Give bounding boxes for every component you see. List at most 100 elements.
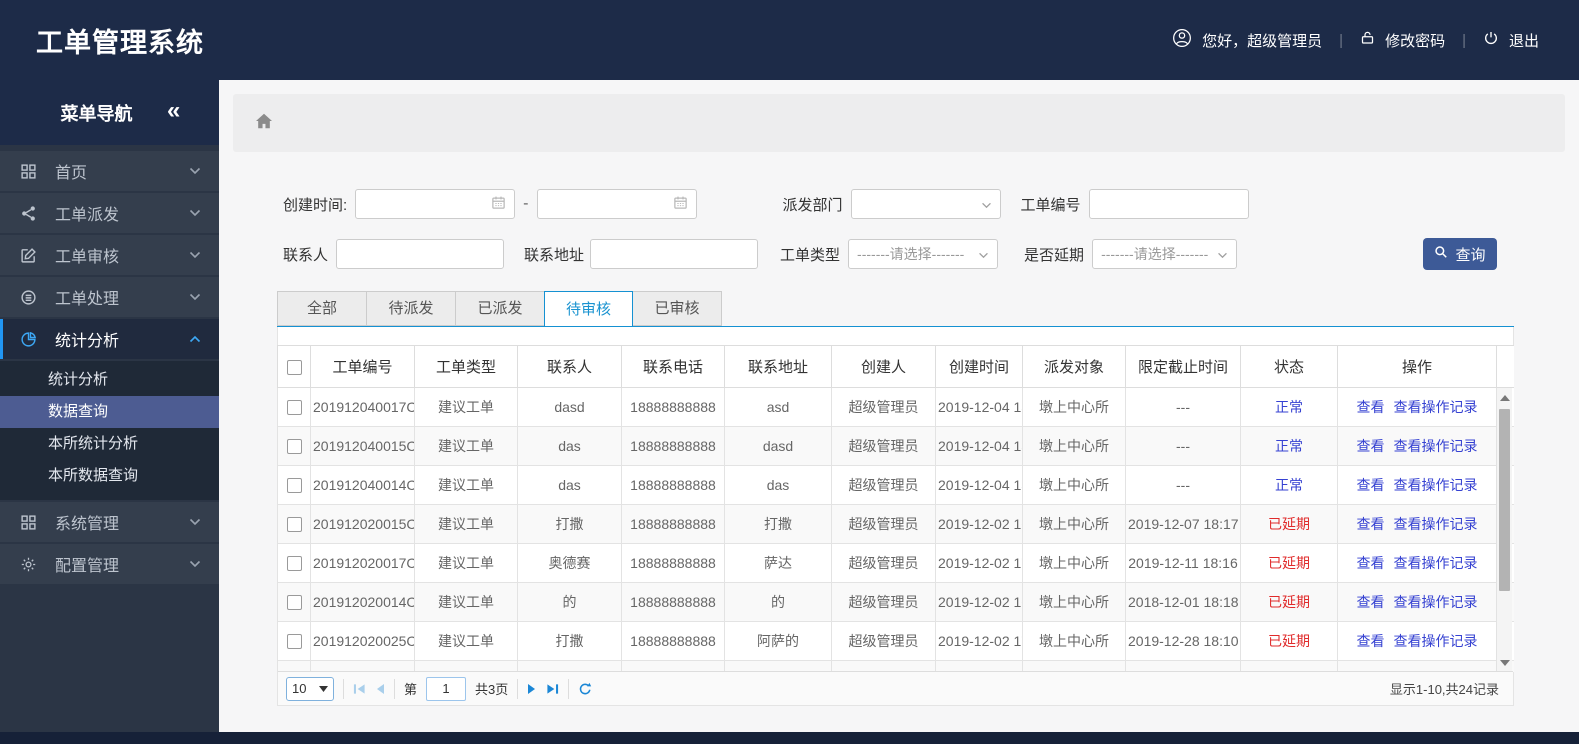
sidebar-item-review[interactable]: 工单审核	[0, 235, 219, 275]
search-button[interactable]: 查询	[1423, 238, 1497, 270]
view-log-link[interactable]: 查看操作记录	[1394, 555, 1478, 571]
view-link[interactable]: 查看	[1357, 633, 1385, 649]
order-type-label: 工单类型	[780, 246, 841, 264]
submenu-item-data-query[interactable]: 数据查询	[0, 396, 219, 428]
address-input[interactable]	[599, 246, 750, 262]
view-link[interactable]: 查看	[1357, 594, 1385, 610]
sidebar-item-system[interactable]: 系统管理	[0, 502, 219, 542]
dispatch-dept-select[interactable]	[850, 189, 1001, 219]
tab-dispatched[interactable]: 已派发	[455, 291, 544, 326]
home-icon[interactable]	[255, 113, 273, 134]
view-log-link[interactable]: 查看操作记录	[1394, 516, 1478, 532]
order-no-input[interactable]	[1097, 196, 1240, 212]
greeting-text: 您好，超级管理员	[1202, 32, 1323, 50]
cell-contact: 打撒	[517, 621, 622, 661]
row-checkbox[interactable]	[286, 634, 302, 650]
view-log-link[interactable]: 查看操作记录	[1394, 633, 1478, 649]
sidebar-item-statistics[interactable]: 统计分析	[0, 319, 219, 359]
chevron-down-icon	[1217, 246, 1228, 262]
created-time-end-input[interactable]	[536, 189, 697, 219]
cell-order-no: 201912040014C	[310, 465, 415, 505]
sidebar-item-config[interactable]: 配置管理	[0, 544, 219, 584]
view-link[interactable]: 查看	[1357, 516, 1385, 532]
pagination-bar: 10 第 共3页 显示1-10,	[278, 671, 1513, 705]
share-icon	[20, 205, 40, 222]
view-link[interactable]: 查看	[1357, 477, 1385, 493]
row-checkbox[interactable]	[286, 556, 302, 572]
cell-order-no: 201912020015C	[310, 504, 415, 544]
col-creator: 创建人	[831, 345, 936, 388]
prev-page-button[interactable]	[375, 683, 385, 695]
next-page-button[interactable]	[527, 683, 537, 695]
cell-phone: 18888888888	[621, 387, 725, 427]
address-label: 联系地址	[524, 246, 585, 264]
delay-select[interactable]: -------请选择-------	[1092, 239, 1238, 269]
view-link[interactable]: 查看	[1357, 438, 1385, 454]
row-checkbox[interactable]	[286, 517, 302, 533]
status-badge: 已延期	[1240, 543, 1338, 583]
row-checkbox[interactable]	[286, 478, 302, 494]
power-icon	[1483, 30, 1499, 50]
order-no-label: 工单编号	[1020, 196, 1081, 214]
refresh-icon[interactable]	[578, 682, 592, 696]
view-log-link[interactable]: 查看操作记录	[1394, 438, 1478, 454]
submenu-item-statistics-analysis[interactable]: 统计分析	[0, 364, 219, 396]
scrollbar-thumb[interactable]	[1499, 409, 1510, 591]
scroll-down-icon[interactable]	[1500, 660, 1510, 666]
user-greeting[interactable]: 您好，超级管理员	[1172, 28, 1322, 52]
submenu-item-station-statistics[interactable]: 本所统计分析	[0, 428, 219, 460]
tab-reviewed[interactable]: 已审核	[633, 291, 722, 326]
status-badge: 正常	[1240, 387, 1338, 427]
pager-divider	[343, 678, 344, 699]
double-angle-left-icon[interactable]: «	[167, 98, 219, 127]
logout-button[interactable]: 退出	[1483, 30, 1539, 51]
tab-all[interactable]: 全部	[277, 291, 366, 326]
main-content: 创建时间: - 派发部门 工单编号 联系人 联系地址 工单类型 -------请…	[219, 80, 1579, 732]
chevron-down-icon	[189, 251, 201, 259]
last-page-button[interactable]	[546, 683, 559, 695]
cell-creator: 超级管理员	[831, 621, 936, 661]
work-order-panel: 工单编号 工单类型 联系人 联系电话 联系地址 创建人 创建时间 派发对象 限定…	[277, 327, 1514, 706]
view-link[interactable]: 查看	[1357, 555, 1385, 571]
cell-created: 2019-12-04 15	[935, 426, 1023, 466]
edit-icon	[20, 247, 40, 264]
sidebar-item-process[interactable]: 工单处理	[0, 277, 219, 317]
col-created: 创建时间	[935, 345, 1023, 388]
row-checkbox[interactable]	[286, 439, 302, 455]
page-number-input[interactable]	[426, 676, 467, 701]
change-password-button[interactable]: 修改密码	[1360, 30, 1445, 51]
row-checkbox[interactable]	[286, 400, 302, 416]
page-size-select[interactable]: 10	[286, 676, 334, 701]
sidebar-item-home[interactable]: 首页	[0, 151, 219, 191]
cell-phone: 18888888888	[621, 543, 725, 583]
contact-label: 联系人	[283, 246, 329, 264]
select-all-checkbox[interactable]	[286, 359, 302, 375]
view-log-link[interactable]: 查看操作记录	[1394, 477, 1478, 493]
scroll-up-icon[interactable]	[1500, 395, 1510, 401]
view-link[interactable]: 查看	[1357, 399, 1385, 415]
chevron-down-icon	[189, 560, 201, 568]
tab-pending-review[interactable]: 待审核	[544, 291, 633, 327]
chevron-down-icon	[189, 167, 201, 175]
view-log-link[interactable]: 查看操作记录	[1394, 594, 1478, 610]
cell-dispatch-target: 墩上中心所	[1022, 543, 1126, 583]
created-time-start-input[interactable]	[355, 189, 516, 219]
submenu-item-station-data-query[interactable]: 本所数据查询	[0, 460, 219, 492]
row-checkbox[interactable]	[286, 595, 302, 611]
view-log-link[interactable]: 查看操作记录	[1394, 399, 1478, 415]
sidebar-item-dispatch[interactable]: 工单派发	[0, 193, 219, 233]
app-title: 工单管理系统	[36, 27, 204, 58]
tab-to-dispatch[interactable]: 待派发	[366, 291, 455, 326]
table-scrollbar[interactable]	[1496, 388, 1512, 673]
cell-creator: 超级管理员	[831, 465, 936, 505]
order-type-select[interactable]: -------请选择-------	[848, 239, 999, 269]
first-page-button[interactable]	[353, 683, 366, 695]
status-badge: 已延期	[1240, 621, 1338, 661]
cell-phone: 18888888888	[621, 621, 725, 661]
cell-deadline: 2019-12-07 18:17	[1125, 504, 1241, 544]
process-icon	[20, 289, 40, 306]
grid-icon	[20, 514, 40, 531]
cell-dispatch-target: 墩上中心所	[1022, 426, 1126, 466]
contact-input[interactable]	[345, 246, 496, 262]
pager-divider	[517, 678, 519, 699]
